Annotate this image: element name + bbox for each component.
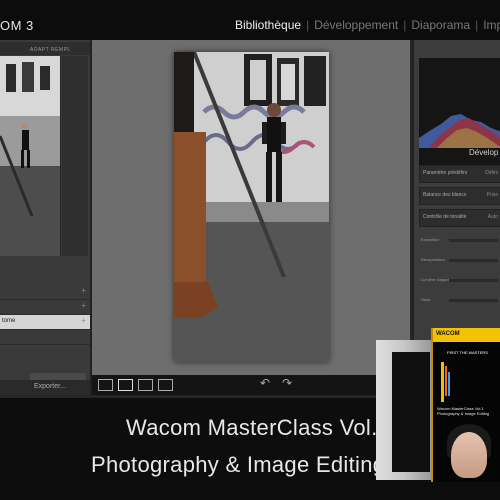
compare-view-icon[interactable]: [138, 379, 153, 391]
wacom-logo: WACOM: [436, 331, 460, 337]
overlay-title-line-1: Wacom MasterClass Vol. 1: [126, 415, 397, 440]
export-button[interactable]: Exporter...: [34, 383, 66, 390]
tone-control-row[interactable]: Contrôle de tonalité Auto: [419, 209, 500, 227]
dvd-cover-graphic: [441, 362, 450, 402]
plus-icon[interactable]: +: [81, 316, 86, 325]
list-item[interactable]: +: [0, 300, 90, 315]
rotate-right-icon[interactable]: ↷: [282, 376, 292, 390]
plus-icon[interactable]: +: [81, 286, 86, 295]
left-panel-scrollbar[interactable]: [62, 56, 88, 256]
white-balance-value[interactable]: Prise: [487, 192, 498, 198]
dvd-cover: WACOM FIRST THE MASTERS Wacom MasterClas…: [431, 328, 500, 482]
app-title: OM 3: [0, 18, 34, 33]
export-button-area: Exporter...: [0, 380, 90, 395]
module-picker: Bibliothèque | Développement | Diaporama…: [230, 18, 500, 32]
white-balance-row[interactable]: Balance des blancs Prise: [419, 187, 500, 205]
top-bar: OM 3 Bibliothèque | Développement | Diap…: [0, 0, 500, 40]
toolbar: ↶ ↷: [92, 375, 410, 395]
module-library[interactable]: Bibliothèque: [230, 18, 306, 32]
recovery-row[interactable]: Récupération: [419, 250, 500, 270]
white-balance-label: Balance des blancs: [423, 192, 467, 198]
tone-control-label: Contrôle de tonalité: [423, 214, 467, 220]
fill-light-row[interactable]: Lumière d'appoint: [419, 270, 500, 290]
dvd-case-inner: [392, 352, 430, 472]
portrait-face: [451, 432, 487, 478]
module-develop[interactable]: Développement: [309, 18, 403, 32]
list-item[interactable]: [0, 330, 90, 345]
overlay-title-line-2: Photography & Image Editing: [91, 452, 386, 477]
navigator-header: ADAPT REMPL: [0, 42, 90, 55]
blacks-slider[interactable]: [449, 299, 498, 302]
dvd-cover-tagline: FIRST THE MASTERS: [447, 350, 488, 355]
module-print[interactable]: Imp: [478, 18, 500, 32]
navigator-preview[interactable]: [0, 56, 61, 256]
plus-icon[interactable]: +: [81, 301, 86, 310]
list-item[interactable]: +: [0, 285, 90, 300]
navigator-zoom-options[interactable]: ADAPT REMPL: [30, 47, 71, 53]
grid-view-icon[interactable]: [98, 379, 113, 391]
dvd-brand-bar: WACOM: [433, 328, 500, 342]
loupe-view-icon[interactable]: [118, 379, 133, 391]
recovery-slider[interactable]: [449, 259, 498, 262]
main-photo-image: [174, 52, 329, 362]
module-slideshow[interactable]: Diaporama: [406, 18, 475, 32]
left-panel: ADAPT REMPL + + tome + Exporter...: [0, 40, 92, 395]
blacks-row[interactable]: Noirs: [419, 290, 500, 310]
exposure-slider[interactable]: [449, 239, 498, 242]
fill-light-label: Lumière d'appoint: [421, 277, 453, 282]
histogram-graph: [419, 114, 500, 148]
dvd-cover-subtitle: Wacom MasterClass Vol 1 Photography & Im…: [437, 406, 490, 416]
saved-preset-row[interactable]: Paramètre prédéfini Défini: [419, 165, 500, 183]
quick-develop-title: Dévelop: [469, 148, 499, 157]
recovery-label: Récupération: [421, 257, 445, 262]
tone-control-value[interactable]: Auto: [488, 214, 498, 220]
exposure-row[interactable]: Exposition: [419, 230, 500, 250]
survey-view-icon[interactable]: [158, 379, 173, 391]
main-photo[interactable]: [174, 52, 329, 362]
quick-develop-section: Paramètre prédéfini Défini Balance des b…: [419, 165, 500, 231]
blacks-label: Noirs: [421, 297, 431, 302]
exposure-label: Exposition: [421, 237, 440, 242]
saved-preset-label: Paramètre prédéfini: [423, 170, 467, 176]
collections-list: + + tome +: [0, 285, 90, 355]
tone-adjustments: Exposition Récupération Lumière d'appoin…: [419, 230, 500, 310]
saved-preset-value[interactable]: Défini: [485, 170, 498, 176]
list-item-label: tome: [2, 318, 16, 324]
rotate-left-icon[interactable]: ↶: [260, 376, 270, 390]
fill-light-slider[interactable]: [449, 279, 498, 282]
navigator-preview-image: [0, 56, 60, 256]
loupe-view: [92, 40, 410, 375]
lightroom-window: OM 3 Bibliothèque | Développement | Diap…: [0, 0, 500, 500]
list-item-selected[interactable]: tome +: [0, 315, 90, 330]
